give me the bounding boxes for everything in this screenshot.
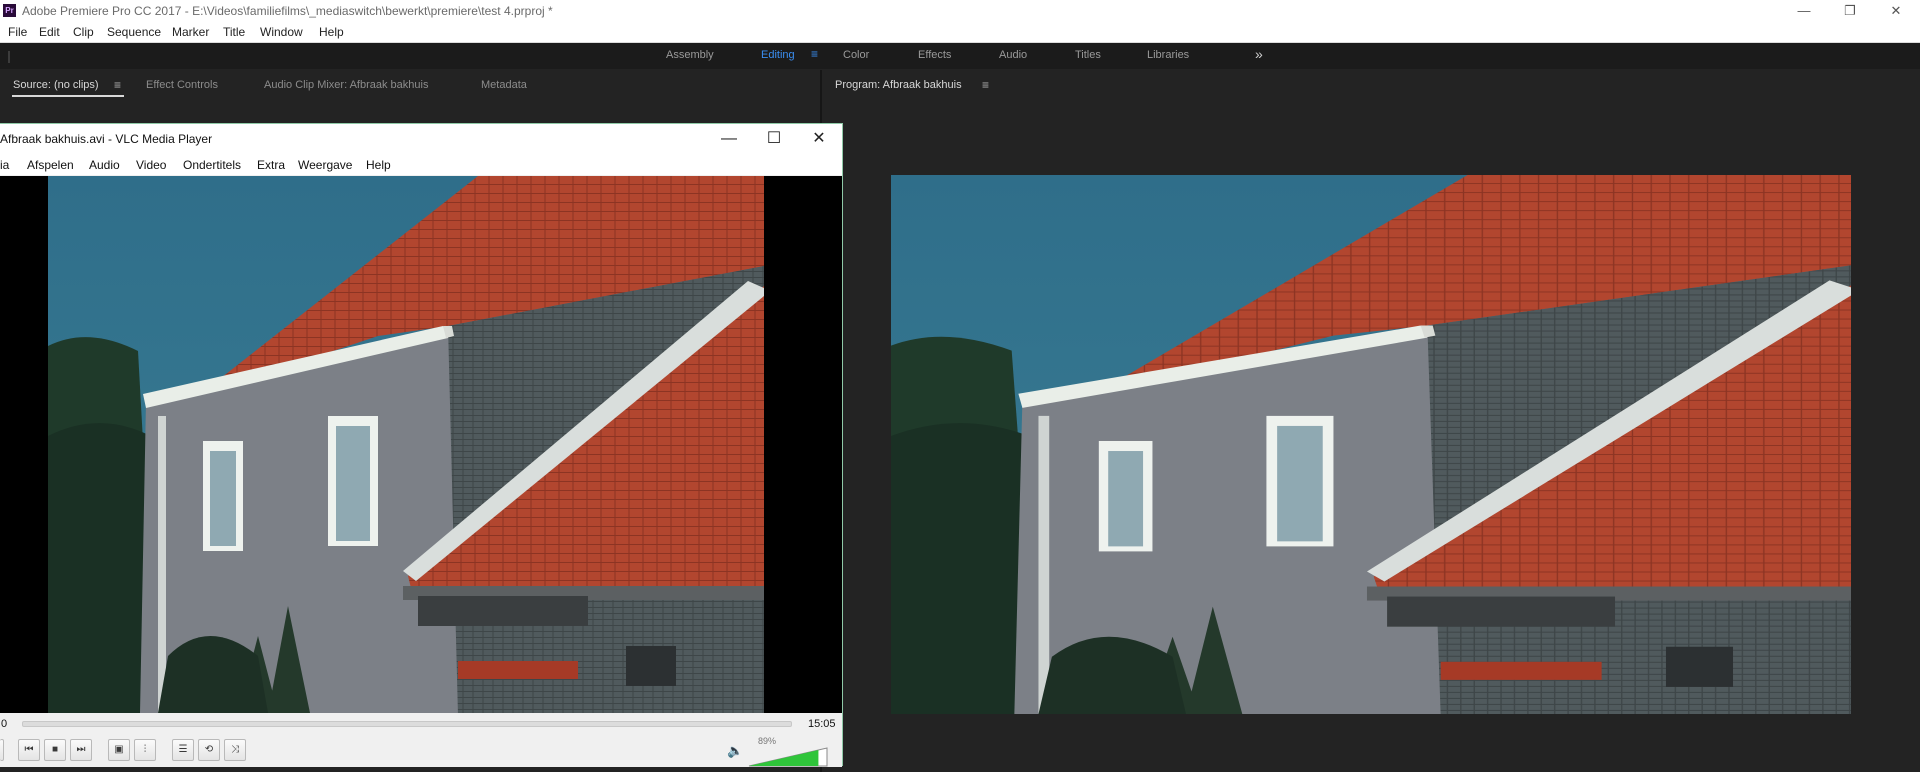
volume-percentage: 89% [758,736,777,746]
house-video-frame [48,176,764,713]
workspace-color[interactable]: Color [843,49,869,61]
shuffle-icon: ⤨ [231,744,239,755]
vlc-menu-ondertitels[interactable]: Ondertitels [183,158,241,172]
workspace-titles[interactable]: Titles [1075,49,1101,61]
tab-effect-controls[interactable]: Effect Controls [146,79,218,91]
shuffle-button[interactable]: ⤨ [224,739,246,761]
minimize-button[interactable]: — [1781,0,1827,22]
workspace-overflow-icon[interactable]: » [1255,46,1263,62]
vlc-control-bar: ⏮ ■ ⏭ ▣ ⫶ ☰ ⟲ ⤨ 🔈 89% [0,735,842,767]
menu-window[interactable]: Window [260,25,303,39]
vlc-window: Afbraak bakhuis.avi - VLC Media Player —… [0,123,843,767]
menu-clip[interactable]: Clip [73,25,94,39]
tab-program[interactable]: Program: Afbraak bakhuis [835,79,962,91]
playlist-button[interactable]: ☰ [172,739,194,761]
vlc-minimize-button[interactable]: — [706,124,752,154]
vlc-video-area[interactable] [0,176,842,713]
workspace-effects[interactable]: Effects [918,49,951,61]
stop-button[interactable]: ■ [44,739,66,761]
restore-button[interactable]: ❐ [1827,0,1873,22]
vlc-menu-media[interactable]: ia [0,158,9,172]
vlc-menu-afspelen[interactable]: Afspelen [27,158,74,172]
vlc-menu-video[interactable]: Video [136,158,166,172]
tab-source[interactable]: Source: (no clips) [13,79,99,91]
vlc-video-frame [48,176,764,713]
skip-previous-icon: ⏮ [24,744,34,755]
menu-marker[interactable]: Marker [172,25,209,39]
volume-icon[interactable]: 🔈 [727,743,743,759]
close-button[interactable]: ✕ [1873,0,1919,22]
vlc-seek-row: 0 15:05 [0,713,842,735]
tab-audio-clip-mixer[interactable]: Audio Clip Mixer: Afbraak bakhuis [264,79,428,91]
vlc-maximize-button[interactable]: ☐ [751,124,797,154]
house-video-frame [891,175,1851,714]
premiere-logo-icon: Pr [3,4,16,17]
seek-slider[interactable] [22,721,792,727]
menu-file[interactable]: File [8,25,27,39]
fullscreen-icon: ▣ [114,744,124,755]
volume-slider[interactable] [748,747,828,767]
next-button[interactable]: ⏭ [70,739,92,761]
active-tab-indicator [12,95,124,97]
loop-button[interactable]: ⟲ [198,739,220,761]
menu-title[interactable]: Title [223,25,245,39]
menu-sequence[interactable]: Sequence [107,25,161,39]
loop-icon: ⟲ [204,744,214,755]
extended-settings-button[interactable]: ⫶ [134,739,156,761]
source-panel-menu-icon[interactable]: ≡ [114,78,121,92]
premiere-menubar: File Edit Clip Sequence Marker Title Win… [0,22,1920,43]
vlc-menu-audio[interactable]: Audio [89,158,120,172]
skip-next-icon: ⏭ [76,744,86,755]
program-panel-menu-icon[interactable]: ≡ [982,78,989,92]
panel-grip[interactable] [8,51,10,63]
premiere-window-title: Adobe Premiere Pro CC 2017 - E:\Videos\f… [22,4,553,18]
menu-edit[interactable]: Edit [39,25,60,39]
workspace-libraries[interactable]: Libraries [1147,49,1189,61]
premiere-titlebar: Pr Adobe Premiere Pro CC 2017 - E:\Video… [0,0,1920,22]
vlc-menubar: ia Afspelen Audio Video Ondertitels Extr… [0,154,842,175]
play-button[interactable] [0,739,4,761]
workspace-editing[interactable]: Editing [761,49,795,61]
previous-button[interactable]: ⏮ [18,739,40,761]
vlc-menu-weergave[interactable]: Weergave [298,158,352,172]
vlc-menu-help[interactable]: Help [366,158,391,172]
stop-icon: ■ [51,744,59,755]
vlc-menu-extra[interactable]: Extra [257,158,285,172]
elapsed-time: 0 [1,718,8,730]
menu-help[interactable]: Help [319,25,344,39]
fullscreen-button[interactable]: ▣ [108,739,130,761]
workspace-bar: Assembly Editing ≡ Color Effects Audio T… [0,43,1920,69]
vlc-window-title: Afbraak bakhuis.avi - VLC Media Player [0,132,213,146]
vlc-close-button[interactable]: ✕ [796,124,842,154]
program-monitor-video[interactable] [891,175,1851,714]
workspace-assembly[interactable]: Assembly [666,49,714,61]
equalizer-icon: ⫶ [143,744,147,755]
tab-metadata[interactable]: Metadata [481,79,527,91]
vlc-titlebar: Afbraak bakhuis.avi - VLC Media Player —… [0,124,842,154]
workspace-menu-icon[interactable]: ≡ [811,47,818,61]
total-time[interactable]: 15:05 [808,718,836,730]
playlist-icon: ☰ [178,744,188,755]
workspace-audio[interactable]: Audio [999,49,1027,61]
